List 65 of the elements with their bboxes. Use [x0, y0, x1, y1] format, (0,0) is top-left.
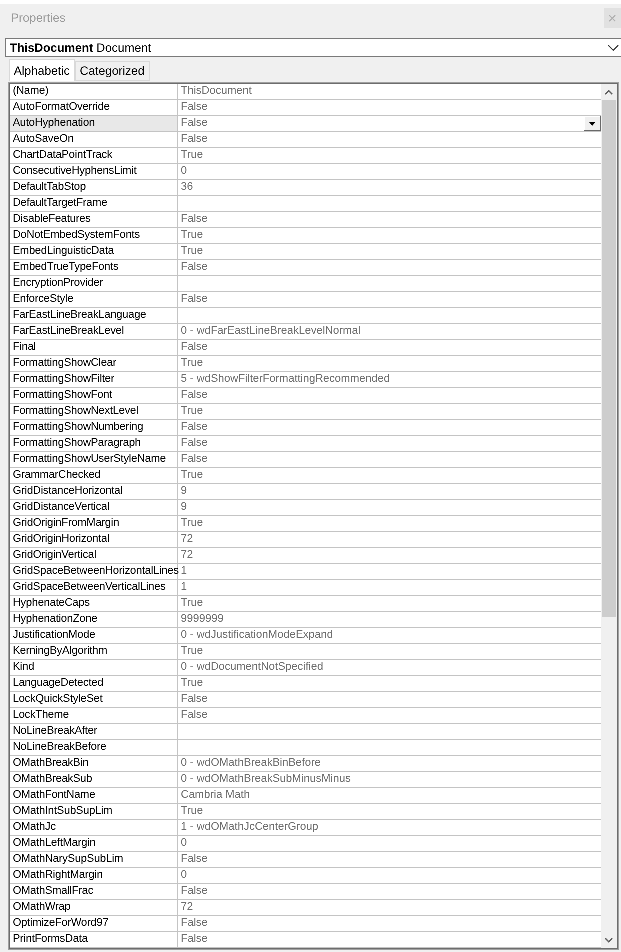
property-value[interactable]: 1 [178, 580, 188, 595]
property-value[interactable]: False [178, 388, 208, 403]
property-value[interactable]: 9 [178, 500, 188, 515]
property-value[interactable]: True [178, 596, 204, 611]
property-value[interactable]: False [178, 132, 208, 147]
property-value[interactable]: False [178, 916, 208, 931]
property-value[interactable]: True [178, 228, 204, 243]
property-value[interactable]: False [178, 852, 208, 867]
property-value[interactable]: True [178, 804, 204, 819]
property-value[interactable]: False [178, 212, 208, 227]
property-value[interactable]: 0 - wdDocumentNotSpecified [178, 660, 324, 675]
property-value[interactable]: False [178, 932, 208, 947]
property-value[interactable]: 0 - wdJustificationModeExpand [178, 628, 334, 643]
property-value[interactable]: True [178, 404, 204, 419]
property-value[interactable]: False [178, 708, 208, 723]
property-value[interactable]: False [178, 452, 208, 467]
property-value[interactable]: False [178, 292, 208, 307]
window-title: Properties [11, 10, 66, 26]
property-value[interactable]: 0 - wdOMathBreakBinBefore [178, 756, 322, 771]
property-value[interactable]: False [178, 884, 208, 899]
property-value[interactable]: True [178, 148, 204, 163]
property-value[interactable]: ThisDocument [178, 84, 252, 99]
property-value[interactable]: 0 [178, 868, 188, 883]
property-value[interactable]: 1 [178, 564, 188, 579]
property-value[interactable]: True [178, 676, 204, 691]
property-value[interactable]: False [178, 340, 208, 355]
chevron-down-icon [605, 938, 613, 942]
property-value[interactable]: 9 [178, 484, 188, 499]
property-value[interactable]: True [178, 244, 204, 259]
chevron-down-icon [608, 44, 619, 50]
property-value[interactable]: Cambria Math [178, 788, 250, 803]
close-icon [609, 14, 616, 22]
property-value[interactable]: 9999999 [178, 612, 224, 627]
tab[interactable]: Alphabetic [9, 59, 76, 81]
property-value[interactable]: True [178, 468, 204, 483]
property-value[interactable]: 0 [178, 836, 188, 851]
property-value[interactable]: 0 - wdFarEastLineBreakLevelNormal [178, 324, 361, 339]
property-value[interactable]: 36 [178, 180, 194, 195]
property-value[interactable]: True [178, 516, 204, 531]
property-value[interactable]: False [178, 420, 208, 435]
tab[interactable]: Categorized [75, 61, 150, 81]
property-value[interactable]: False [178, 100, 208, 115]
scrollbar-thumb[interactable] [602, 100, 616, 617]
dropdown-button[interactable] [584, 116, 601, 131]
property-value[interactable]: True [178, 644, 204, 659]
caret-down-icon [589, 122, 596, 126]
scrollbar[interactable] [601, 84, 617, 948]
property-name[interactable]: AutoHyphenation [10, 116, 178, 131]
property-value[interactable]: 0 - wdOMathBreakSubMinusMinus [178, 772, 351, 787]
chevron-up-icon [605, 90, 613, 94]
property-value[interactable]: False [178, 436, 208, 451]
property-value[interactable]: 72 [178, 900, 194, 915]
property-value[interactable]: False [178, 260, 208, 275]
property-value[interactable]: 72 [178, 532, 194, 547]
property-value[interactable]: True [178, 356, 204, 371]
property-name[interactable]: AutoFormatOverride [10, 100, 178, 115]
property-value[interactable]: 0 [178, 164, 188, 179]
property-name[interactable]: AutoSaveOn [10, 132, 178, 147]
property-value[interactable]: False [178, 116, 208, 131]
property-name[interactable]: JustificationMode [10, 628, 178, 643]
property-value[interactable]: False [178, 692, 208, 707]
property-value[interactable]: 5 - wdShowFilterFormattingRecommended [178, 372, 390, 387]
object-dropdown[interactable]: ThisDocument Document [5, 38, 621, 57]
property-value[interactable]: 72 [178, 548, 194, 563]
property-value[interactable]: 1 - wdOMathJcCenterGroup [178, 820, 319, 835]
